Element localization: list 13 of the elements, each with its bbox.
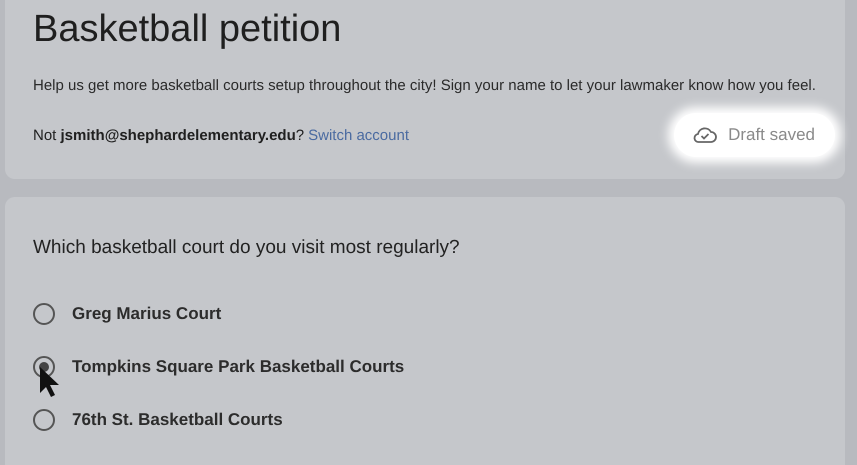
form-description: Help us get more basketball courts setup throughout the city! Sign your name to let your lawmaker know how you feel. [33,76,817,96]
mouse-pointer-icon [39,366,61,398]
radio-button[interactable] [33,408,55,430]
form-title: Basketball petition [33,8,342,51]
option-label: Greg Marius Court [72,304,222,324]
draft-status: Draft saved [674,113,835,157]
switch-account-link[interactable]: Switch account [308,126,409,144]
option-label: Tompkins Square Park Basketball Courts [72,356,404,376]
radio-button[interactable] [33,302,55,324]
option-label: 76th St. Basketball Courts [72,410,283,430]
question-title: Which basketball court do you visit most regularly? [33,237,461,259]
account-notice: Not jsmith@shephardelementary.edu? [33,126,304,144]
cloud-check-icon [692,125,718,145]
